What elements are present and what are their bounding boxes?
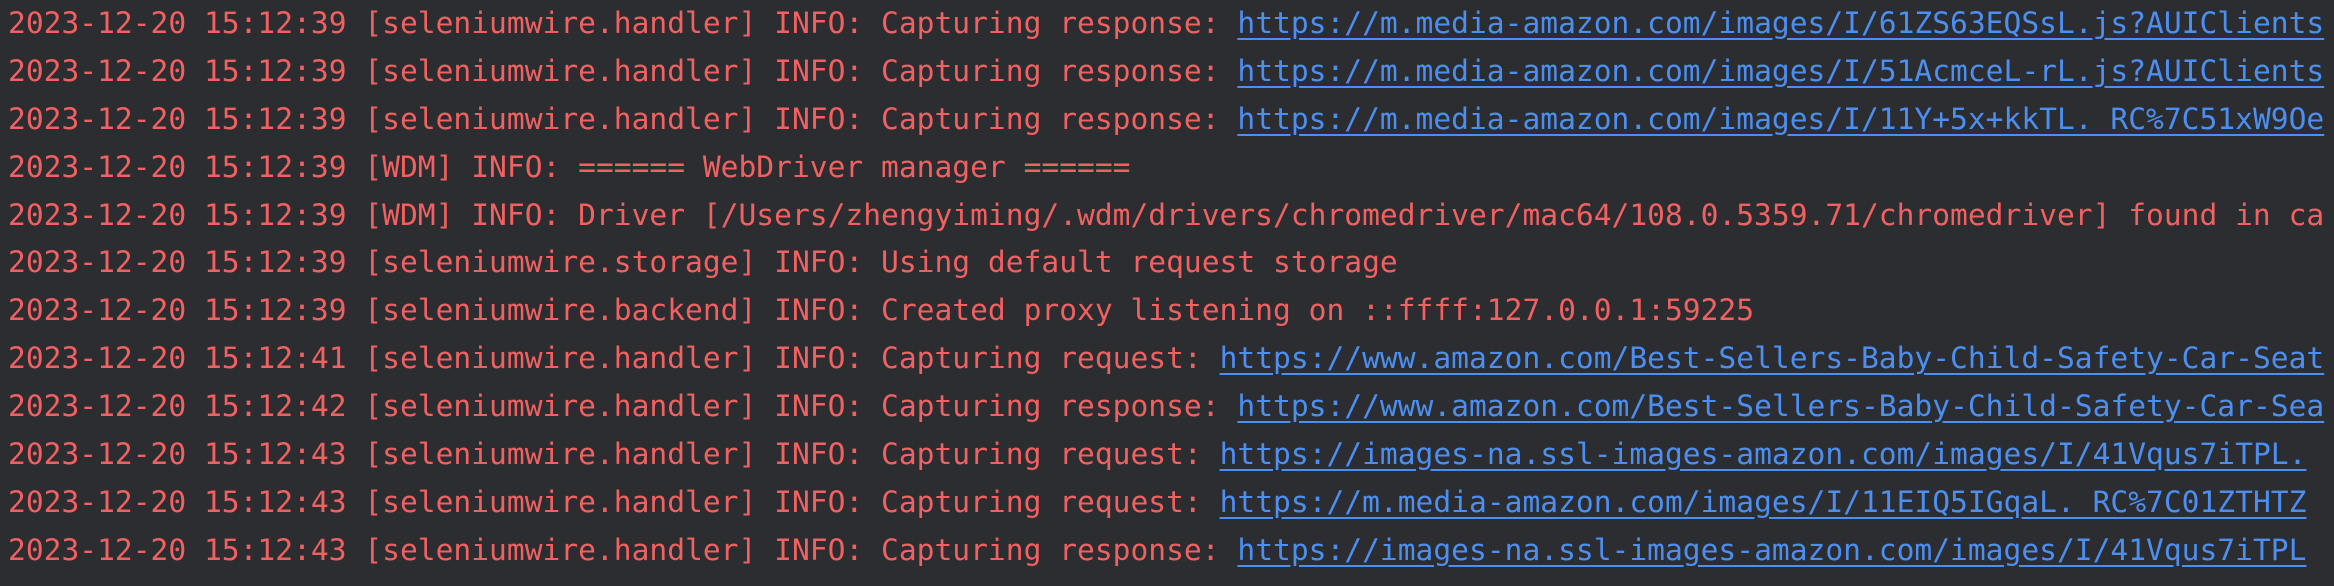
log-link[interactable]: https://images-na.ssl-images-amazon.com/… bbox=[1220, 437, 2307, 471]
log-text: 2023-12-20 15:12:39 [seleniumwire.backen… bbox=[8, 293, 1755, 328]
log-line: 2023-12-20 15:12:39 [WDM] INFO: ====== W… bbox=[0, 145, 2334, 193]
log-text: 2023-12-20 15:12:39 [WDM] INFO: Driver [… bbox=[8, 197, 2325, 232]
log-line: 2023-12-20 15:12:39 [seleniumwire.backen… bbox=[0, 288, 2334, 336]
log-link[interactable]: https://www.amazon.com/Best-Sellers-Baby… bbox=[1237, 389, 2324, 423]
log-text: 2023-12-20 15:12:39 [WDM] INFO: ====== W… bbox=[8, 149, 1131, 184]
log-text: 2023-12-20 15:12:39 [seleniumwire.handle… bbox=[8, 6, 1238, 40]
log-line: 2023-12-20 15:12:39 [WDM] INFO: Driver [… bbox=[0, 193, 2334, 241]
log-text: 2023-12-20 15:12:42 [seleniumwire.handle… bbox=[8, 389, 1238, 424]
log-text: 2023-12-20 15:12:39 [seleniumwire.handle… bbox=[8, 101, 1238, 136]
log-text: 2023-12-20 15:12:39 [seleniumwire.handle… bbox=[8, 53, 1238, 88]
log-link[interactable]: https://m.media-amazon.com/images/I/11EI… bbox=[1220, 485, 2307, 519]
log-text: 2023-12-20 15:12:43 [seleniumwire.handle… bbox=[8, 437, 1220, 472]
log-line: 2023-12-20 15:12:43 [seleniumwire.handle… bbox=[0, 432, 2334, 480]
log-line: 2023-12-20 15:12:42 [seleniumwire.handle… bbox=[0, 384, 2334, 432]
log-link[interactable]: https://m.media-amazon.com/images/I/11Y+… bbox=[1237, 102, 2324, 136]
log-text: 2023-12-20 15:12:43 [seleniumwire.handle… bbox=[8, 532, 1238, 567]
log-text: 2023-12-20 15:12:39 [seleniumwire.storag… bbox=[8, 245, 1398, 280]
log-line: 2023-12-20 15:12:39 [seleniumwire.handle… bbox=[0, 1, 2334, 49]
log-line: 2023-12-20 15:12:43 [seleniumwire.handle… bbox=[0, 480, 2334, 528]
log-line: 2023-12-20 15:12:39 [seleniumwire.handle… bbox=[0, 97, 2334, 145]
log-line: 2023-12-20 15:12:39 [seleniumwire.handle… bbox=[0, 49, 2334, 97]
console-output[interactable]: 2023-12-20 15:12:39 [seleniumwire.handle… bbox=[0, 0, 2334, 586]
log-link[interactable]: https://www.amazon.com/Best-Sellers-Baby… bbox=[1220, 341, 2325, 375]
log-text: 2023-12-20 15:12:41 [seleniumwire.handle… bbox=[8, 341, 1220, 376]
log-link[interactable]: https://m.media-amazon.com/images/I/51Ac… bbox=[1237, 54, 2324, 88]
log-line: 2023-12-20 15:12:43 [seleniumwire.handle… bbox=[0, 528, 2334, 576]
log-line: 2023-12-20 15:12:41 [seleniumwire.handle… bbox=[0, 336, 2334, 384]
log-text: 2023-12-20 15:12:43 [seleniumwire.handle… bbox=[8, 484, 1220, 519]
log-line: 2023-12-20 15:12:39 [seleniumwire.storag… bbox=[0, 240, 2334, 288]
log-link[interactable]: https://m.media-amazon.com/images/I/61ZS… bbox=[1237, 6, 2324, 40]
log-link[interactable]: https://images-na.ssl-images-amazon.com/… bbox=[1237, 533, 2306, 567]
